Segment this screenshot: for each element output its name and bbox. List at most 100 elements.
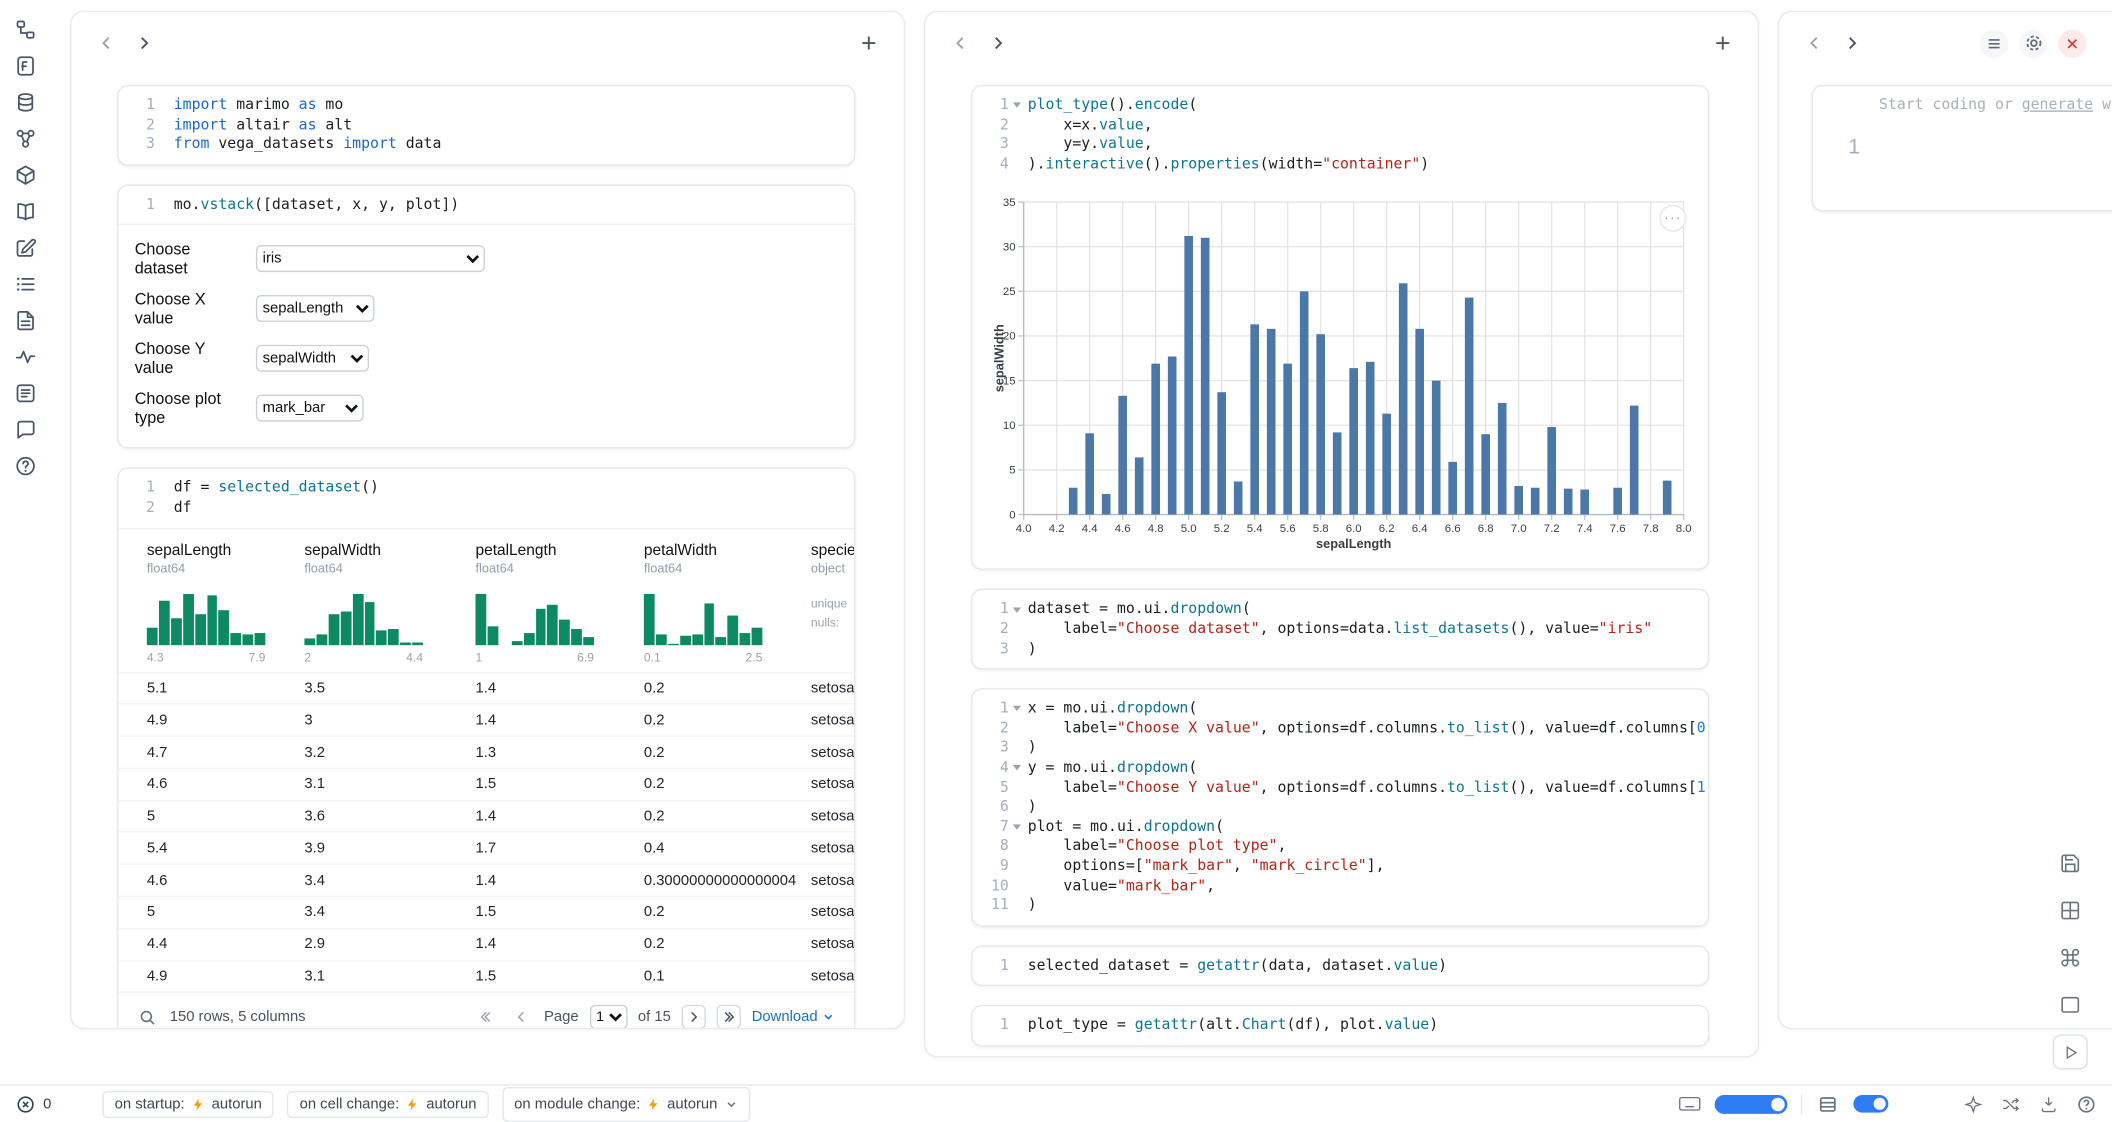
column-header[interactable]: sepalWidthfloat6424.4 bbox=[304, 542, 475, 663]
code-text: ).interactive().properties(width="contai… bbox=[1024, 155, 1430, 175]
chart-bar bbox=[1547, 428, 1556, 515]
layout-grid-icon[interactable] bbox=[2053, 893, 2088, 928]
code-editor[interactable]: 1plot_type = getattr(alt.Chart(df), plot… bbox=[972, 1007, 1707, 1046]
search-icon[interactable] bbox=[135, 1005, 159, 1029]
line-number: 4 bbox=[1000, 758, 1009, 778]
table-cell: setosa bbox=[811, 776, 855, 792]
column-header[interactable]: petalWidthfloat640.12.5 bbox=[644, 542, 811, 663]
table-row: 4.42.91.40.2setosa bbox=[119, 928, 854, 960]
command-icon[interactable] bbox=[2053, 940, 2088, 975]
outline-icon[interactable] bbox=[11, 383, 41, 405]
altair-chart[interactable]: 4.04.24.44.64.85.05.25.45.65.86.06.26.46… bbox=[994, 194, 1689, 552]
edit-mode-toggle[interactable] bbox=[1715, 1094, 1788, 1113]
sparkle-icon[interactable] bbox=[1961, 1092, 1985, 1116]
column-header[interactable]: sepalLengthfloat644.37.9 bbox=[147, 542, 305, 663]
fold-icon[interactable] bbox=[1012, 824, 1020, 829]
fold-icon[interactable] bbox=[1012, 706, 1020, 711]
packages-icon[interactable] bbox=[11, 164, 41, 186]
dependency-graph-icon[interactable] bbox=[11, 128, 41, 150]
help-icon[interactable] bbox=[2074, 1092, 2098, 1116]
run-all-icon[interactable] bbox=[2053, 1034, 2088, 1069]
fold-icon[interactable] bbox=[1012, 103, 1020, 108]
dropdown-row: Choose datasetiris bbox=[135, 240, 838, 278]
ai-chat-icon[interactable] bbox=[11, 419, 41, 441]
cell-xy-plot-dropdowns: 1x = mo.ui.dropdown(2 label="Choose X va… bbox=[971, 688, 1709, 926]
chevron-right-icon[interactable] bbox=[1839, 30, 1866, 57]
on-startup-button[interactable]: on startup: autorun bbox=[103, 1090, 274, 1117]
code-editor[interactable]: 1 Start coding or generate with AI bbox=[1813, 86, 2112, 210]
code-editor[interactable]: 1selected_dataset = getattr(data, datase… bbox=[972, 946, 1707, 985]
tracing-icon[interactable] bbox=[11, 346, 41, 368]
terminal-panel-icon[interactable] bbox=[2053, 987, 2088, 1022]
shuffle-icon[interactable] bbox=[1999, 1092, 2023, 1116]
fold-icon[interactable] bbox=[1012, 607, 1020, 612]
vstack-output: Choose datasetirisChoose X valuesepalLen… bbox=[119, 224, 854, 448]
chart-bar bbox=[1481, 435, 1490, 515]
line-number: 2 bbox=[1000, 719, 1009, 739]
download-icon[interactable] bbox=[2037, 1092, 2061, 1116]
status-bar: 0 on startup: autorun on cell change: au… bbox=[0, 1084, 2112, 1122]
file-f-icon[interactable] bbox=[11, 55, 41, 77]
chevron-left-icon[interactable] bbox=[947, 30, 974, 57]
code-line: 3 y=y.value, bbox=[972, 135, 1697, 155]
code-editor[interactable]: 1x = mo.ui.dropdown(2 label="Choose X va… bbox=[972, 690, 1707, 925]
dropdown-select[interactable]: iris bbox=[256, 246, 485, 273]
documentation-icon[interactable] bbox=[11, 310, 41, 332]
download-button[interactable]: Download bbox=[752, 1009, 835, 1025]
app-view-toggle[interactable] bbox=[1853, 1095, 1888, 1113]
code-editor[interactable]: 1plot_type().encode(2 x=x.value,3 y=y.va… bbox=[972, 86, 1707, 183]
keyboard-icon[interactable] bbox=[1677, 1092, 1701, 1116]
add-cell-icon[interactable] bbox=[855, 30, 882, 57]
dropdown-select[interactable]: sepalWidth bbox=[256, 345, 369, 372]
chevron-right-icon[interactable] bbox=[985, 30, 1012, 57]
floating-actions bbox=[2053, 846, 2088, 1070]
table-cell: 3.1 bbox=[304, 776, 475, 792]
svg-text:4.0: 4.0 bbox=[1016, 524, 1032, 536]
chart-bar bbox=[1514, 486, 1523, 515]
code-text: df bbox=[170, 498, 192, 518]
menu-icon[interactable] bbox=[1980, 29, 2008, 57]
gear-icon[interactable] bbox=[2019, 29, 2047, 57]
notebook-icon[interactable] bbox=[11, 201, 41, 223]
line-number: 3 bbox=[1000, 739, 1009, 759]
chevron-left-icon[interactable] bbox=[93, 30, 120, 57]
code-editor[interactable]: 1dataset = mo.ui.dropdown(2 label="Choos… bbox=[972, 590, 1707, 668]
column-meta: uniquenulls: bbox=[811, 593, 855, 632]
table-cell: setosa bbox=[811, 872, 855, 888]
generate-link[interactable]: generate bbox=[2022, 96, 2093, 114]
datasets-icon[interactable] bbox=[11, 92, 41, 114]
save-icon[interactable] bbox=[2053, 846, 2088, 881]
help-icon[interactable] bbox=[11, 455, 41, 477]
rows-panel-icon[interactable] bbox=[1816, 1092, 1840, 1116]
page-select[interactable]: 1 bbox=[589, 1005, 627, 1029]
cells-tree-icon[interactable] bbox=[11, 19, 41, 41]
editor-placeholder: Start coding or generate with AI bbox=[1875, 96, 2112, 201]
column-header[interactable]: speciesobjectuniquenulls: bbox=[811, 542, 855, 663]
code-text: options=["mark_bar", "mark_circle"], bbox=[1024, 857, 1385, 877]
chart-svg: 4.04.24.44.64.85.05.25.45.65.86.06.26.46… bbox=[994, 194, 1692, 552]
code-editor[interactable]: 1import marimo as mo2import altair as al… bbox=[119, 86, 854, 164]
snippets-icon[interactable] bbox=[11, 273, 41, 295]
code-line: 1df = selected_dataset() bbox=[119, 479, 844, 499]
close-icon[interactable] bbox=[2058, 29, 2086, 57]
next-page-button[interactable] bbox=[682, 1005, 706, 1029]
scratchpad-icon[interactable] bbox=[11, 237, 41, 259]
chevron-left-icon[interactable] bbox=[1801, 30, 1828, 57]
first-page-button[interactable] bbox=[474, 1005, 498, 1029]
code-editor[interactable]: 1df = selected_dataset()2df bbox=[119, 469, 854, 527]
last-page-button[interactable] bbox=[717, 1005, 741, 1029]
on-module-change-button[interactable]: on module change: autorun bbox=[502, 1086, 750, 1121]
column-header[interactable]: petalLengthfloat6416.9 bbox=[475, 542, 643, 663]
dropdown-select[interactable]: mark_bar bbox=[256, 395, 364, 422]
svg-text:6.4: 6.4 bbox=[1412, 524, 1429, 536]
add-cell-icon[interactable] bbox=[1709, 30, 1736, 57]
table-row: 53.61.40.2setosa bbox=[119, 800, 854, 832]
prev-page-button[interactable] bbox=[509, 1005, 533, 1029]
fold-icon[interactable] bbox=[1012, 765, 1020, 770]
code-text: y=y.value, bbox=[1024, 135, 1153, 155]
chevron-right-icon[interactable] bbox=[131, 30, 158, 57]
code-editor[interactable]: 1mo.vstack([dataset, x, y, plot]) bbox=[119, 186, 854, 225]
dropdown-select[interactable]: sepalLength bbox=[256, 295, 375, 322]
error-indicator[interactable]: 0 bbox=[13, 1092, 51, 1116]
on-cell-change-button[interactable]: on cell change: autorun bbox=[287, 1090, 488, 1117]
